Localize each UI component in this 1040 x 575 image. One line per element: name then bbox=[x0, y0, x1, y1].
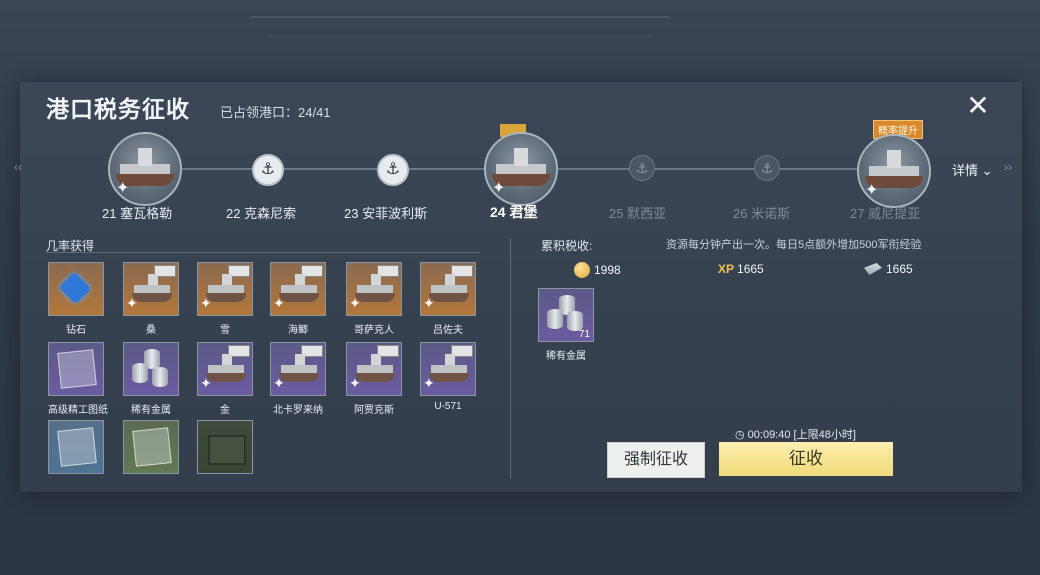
drop-item-label: 海鲫 bbox=[288, 325, 308, 336]
port-label-25: 25 默西亚 bbox=[609, 206, 667, 221]
drop-item-label: 阿贾克斯 bbox=[354, 405, 394, 416]
port-node-22[interactable]: ⚓ bbox=[252, 154, 284, 186]
crate-icon bbox=[208, 435, 246, 465]
tax-heading: 累积税收: bbox=[541, 239, 593, 253]
drop-item-ship[interactable]: ✦ 金 bbox=[197, 342, 253, 416]
drop-item-rare-metal[interactable]: 稀有金属 bbox=[123, 342, 179, 416]
drop-item-ship[interactable]: ✦ U-571 bbox=[420, 342, 476, 412]
xp-value: 1665 bbox=[737, 262, 764, 276]
drop-item-diamond[interactable]: 钻石 bbox=[48, 262, 104, 336]
details-button[interactable]: 详情 ⌄ bbox=[952, 160, 993, 179]
drop-item-blueprint[interactable]: 高级精工图纸 bbox=[48, 342, 108, 416]
drop-item-ship[interactable]: ✦ 雪 bbox=[197, 262, 253, 336]
metal-icon: 71 bbox=[538, 288, 594, 342]
force-collect-button[interactable]: 强制征收 bbox=[607, 442, 705, 478]
occupied-ports-count: 已占领港口：24/41 bbox=[220, 105, 331, 120]
xp-icon: XP bbox=[718, 262, 735, 276]
port-label-26: 26 米诺斯 bbox=[733, 206, 791, 221]
drop-item-label: 钻石 bbox=[66, 325, 86, 336]
anchor-icon: ⚓ bbox=[754, 155, 780, 181]
drop-item-ship[interactable]: ✦ 桑 bbox=[123, 262, 179, 336]
port-label-27: 27 威尼提亚 bbox=[850, 206, 921, 221]
diamond-icon bbox=[58, 271, 92, 305]
rank-xp-value: 1665 bbox=[886, 262, 913, 276]
drops-heading-line bbox=[46, 252, 480, 253]
blueprint-icon bbox=[132, 427, 172, 467]
drop-item-label: 哥萨克人 bbox=[354, 325, 394, 336]
collect-button[interactable]: 征收 bbox=[719, 442, 893, 476]
port-node-21[interactable]: ✦ bbox=[108, 132, 182, 206]
drop-item-ship[interactable]: ✦ 海鲫 bbox=[270, 262, 326, 336]
reward-quantity: 71 bbox=[578, 329, 590, 340]
drop-item-label: 稀有金属 bbox=[131, 405, 171, 416]
blueprint-icon bbox=[57, 349, 97, 389]
drop-item-ship[interactable]: ✦ 吕佐夫 bbox=[420, 262, 476, 336]
drop-item-label: 雪 bbox=[220, 325, 230, 336]
details-label: 详情 bbox=[952, 163, 979, 178]
chevron-down-icon: ⌄ bbox=[978, 163, 993, 178]
drop-item-label: 金 bbox=[220, 405, 230, 416]
port-node-26[interactable]: ⚓ bbox=[754, 155, 780, 181]
reward-label: 稀有金属 bbox=[546, 351, 586, 362]
xp-amount: XP 1665 bbox=[718, 262, 764, 276]
metal-icon bbox=[123, 342, 179, 396]
drop-item-ship[interactable]: ✦ 哥萨克人 bbox=[346, 262, 402, 336]
anchor-icon: ⚓ bbox=[377, 154, 409, 186]
port-label-23: 23 安菲波利斯 bbox=[344, 206, 428, 221]
anchor-icon: ⚓ bbox=[252, 154, 284, 186]
top-decoration-line bbox=[250, 16, 670, 18]
drop-item-label: U-571 bbox=[434, 401, 462, 412]
collect-timer: ◷ 00:09:40 [上限48小时] bbox=[735, 429, 856, 441]
top-decoration-line bbox=[270, 36, 650, 37]
military-rank-icon bbox=[864, 263, 882, 275]
port-node-27[interactable]: ✦ bbox=[857, 134, 931, 208]
scroll-left-icon[interactable]: ‹‹ bbox=[14, 160, 22, 174]
coin-value: 1998 bbox=[594, 263, 621, 277]
drop-item-crate[interactable] bbox=[197, 420, 253, 474]
drop-item-label: 桑 bbox=[146, 325, 156, 336]
tax-info-text: 资源每分钟产出一次。每日5点额外增加500军衔经验 bbox=[666, 239, 922, 251]
drop-item-ship[interactable]: ✦ 北卡罗来纳 bbox=[270, 342, 326, 416]
drop-item-label: 吕佐夫 bbox=[433, 325, 463, 336]
tax-reward-rare-metal[interactable]: 71 稀有金属 bbox=[538, 288, 594, 362]
ship-icon: ✦ bbox=[484, 132, 558, 206]
port-node-24[interactable]: ✦ bbox=[484, 132, 558, 206]
blueprint-icon bbox=[57, 427, 97, 467]
ship-icon: ✦ bbox=[857, 134, 931, 208]
close-button[interactable]: ✕ bbox=[963, 92, 993, 122]
scroll-right-icon[interactable]: ›› bbox=[1004, 160, 1012, 174]
drop-item-blueprint[interactable] bbox=[123, 420, 179, 474]
drop-item-label: 高级精工图纸 bbox=[48, 405, 108, 416]
port-node-23[interactable]: ⚓ bbox=[377, 154, 409, 186]
port-label-24: 24 君堡 bbox=[490, 204, 538, 220]
drop-item-ship[interactable]: ✦ 阿贾克斯 bbox=[346, 342, 402, 416]
drop-item-blueprint[interactable] bbox=[48, 420, 104, 474]
page-title: 港口税务征收 bbox=[46, 96, 190, 122]
rank-xp-amount: 1665 bbox=[864, 262, 913, 276]
ship-icon: ✦ bbox=[108, 132, 182, 206]
coin-amount: 1998 bbox=[574, 262, 621, 278]
section-divider bbox=[510, 238, 511, 478]
coin-icon bbox=[574, 262, 590, 278]
port-label-21: 21 塞瓦格勒 bbox=[102, 206, 173, 221]
port-node-25[interactable]: ⚓ bbox=[629, 155, 655, 181]
drop-item-label: 北卡罗来纳 bbox=[273, 405, 323, 416]
anchor-icon: ⚓ bbox=[629, 155, 655, 181]
port-label-22: 22 克森尼索 bbox=[226, 206, 297, 221]
